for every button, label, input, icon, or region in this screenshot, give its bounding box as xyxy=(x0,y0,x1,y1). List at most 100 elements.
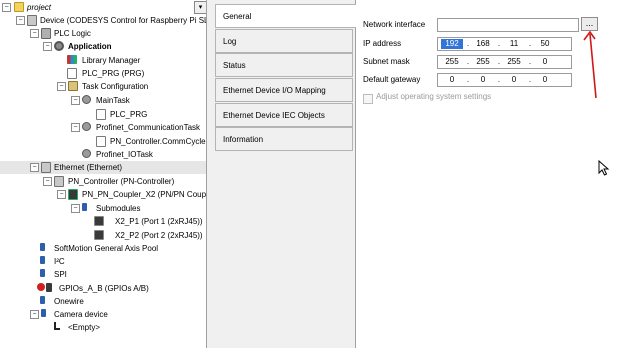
tab-status[interactable]: Status xyxy=(215,53,353,77)
tree-item-submodules[interactable]: − Submodules xyxy=(0,202,206,215)
default-gateway-field[interactable]: 0 . 0 . 0 . 0 xyxy=(437,73,572,87)
collapse-icon[interactable]: − xyxy=(30,163,39,172)
gateway-separator: . xyxy=(466,75,470,84)
tree-item-spi[interactable]: SPI xyxy=(0,268,206,281)
subnet-mask-field[interactable]: 255 . 255 . 255 . 0 xyxy=(437,55,572,69)
tree-item-i2c[interactable]: I²C xyxy=(0,255,206,268)
gpio-error-icon xyxy=(37,283,45,291)
connector-icon xyxy=(40,296,45,304)
gateway-octet-1[interactable]: 0 xyxy=(441,75,463,85)
tree-item-device[interactable]: − Device (CODESYS Control for Raspberry … xyxy=(0,14,207,27)
ip-address-field[interactable]: 192 . 168 . 11 . 50 xyxy=(437,37,572,51)
task-icon xyxy=(82,122,91,131)
tree-item-profinet-iotask[interactable]: Profinet_IOTask xyxy=(0,148,206,161)
tree-item-label: X2_P1 (Port 1 (2xRJ45)) xyxy=(115,217,203,226)
ip-octet-2[interactable]: 168 xyxy=(472,39,494,49)
tree-item-x2-p2[interactable]: X2_P2 (Port 2 (2xRJ45)) xyxy=(0,229,206,242)
mouse-cursor-icon xyxy=(598,160,610,176)
tree-item-label: Submodules xyxy=(96,204,141,213)
collapse-icon[interactable]: − xyxy=(43,42,52,51)
adjust-os-settings-checkbox[interactable] xyxy=(363,94,373,104)
adjust-os-settings-label: Adjust operating system settings xyxy=(376,92,492,101)
collapse-icon[interactable]: − xyxy=(2,3,11,12)
library-icon xyxy=(67,55,77,64)
collapse-icon[interactable]: − xyxy=(71,204,80,213)
tree-item-label: Onewire xyxy=(54,297,84,306)
tree-item-ethernet[interactable]: − Ethernet (Ethernet) xyxy=(0,161,206,174)
device-icon xyxy=(27,15,37,26)
tab-iec-objects[interactable]: Ethernet Device IEC Objects xyxy=(215,103,353,127)
tab-information[interactable]: Information xyxy=(215,127,353,151)
tree-item-onewire[interactable]: Onewire xyxy=(0,295,206,308)
port-icon xyxy=(94,216,104,226)
tree-item-commcycle[interactable]: PN_Controller.CommCycle xyxy=(0,135,206,148)
tree-item-gpios[interactable]: GPIOs_A_B (GPIOs A/B) xyxy=(0,282,206,295)
ip-address-label: IP address xyxy=(363,39,402,48)
tree-item-label: Device (CODESYS Control for Raspberry Pi… xyxy=(40,16,207,25)
ip-octet-3[interactable]: 11 xyxy=(503,39,525,49)
task-icon xyxy=(82,149,91,158)
tree-dropdown-button[interactable]: ▾ xyxy=(194,1,206,14)
collapse-icon[interactable]: − xyxy=(71,123,80,132)
gear-icon xyxy=(54,41,64,51)
empty-slot-icon xyxy=(54,322,60,330)
tree-item-label: Profinet_CommunicationTask xyxy=(96,123,201,132)
subnet-octet-4[interactable]: 0 xyxy=(534,57,556,67)
annotation-arrow-icon xyxy=(583,30,597,99)
gateway-octet-2[interactable]: 0 xyxy=(472,75,494,85)
subnet-separator: . xyxy=(528,57,532,66)
collapse-icon[interactable]: − xyxy=(43,177,52,186)
connector-icon xyxy=(40,269,45,277)
task-icon xyxy=(82,95,91,104)
gateway-octet-3[interactable]: 0 xyxy=(503,75,525,85)
subnet-octet-3[interactable]: 255 xyxy=(503,57,525,67)
tree-item-application[interactable]: − Application xyxy=(0,40,206,53)
tree-item-maintask[interactable]: − MainTask xyxy=(0,94,206,107)
tree-item-pn-coupler[interactable]: − PN_PN_Coupler_X2 (PN/PN Coupler X xyxy=(0,188,206,201)
tree-item-label: Application xyxy=(68,42,112,51)
connector-icon xyxy=(41,309,46,317)
tree-item-x2-p1[interactable]: X2_P1 (Port 1 (2xRJ45)) xyxy=(0,215,206,228)
tree-item-project[interactable]: − project xyxy=(0,1,206,14)
plc-logic-icon xyxy=(41,28,51,39)
collapse-icon[interactable]: − xyxy=(16,16,25,25)
tree-item-profinet-communicationtask[interactable]: − Profinet_CommunicationTask xyxy=(0,121,206,134)
tree-item-label: MainTask xyxy=(96,96,130,105)
collapse-icon[interactable]: − xyxy=(57,190,66,199)
collapse-icon[interactable]: − xyxy=(57,82,66,91)
tab-io-mapping[interactable]: Ethernet Device I/O Mapping xyxy=(215,78,353,102)
tree-item-label: SoftMotion General Axis Pool xyxy=(54,244,159,253)
project-icon xyxy=(14,2,24,12)
connector-icon xyxy=(82,203,87,211)
connector-icon xyxy=(40,243,45,251)
ip-octet-1[interactable]: 192 xyxy=(441,39,463,49)
program-icon xyxy=(67,68,77,79)
collapse-icon[interactable]: − xyxy=(71,96,80,105)
tree-item-label: X2_P2 (Port 2 (2xRJ45)) xyxy=(115,231,203,240)
tree-item-task-configuration[interactable]: − Task Configuration xyxy=(0,80,206,93)
tree-item-label: GPIOs_A_B (GPIOs A/B) xyxy=(59,284,149,293)
tree-item-pn-controller[interactable]: − PN_Controller (PN-Controller) xyxy=(0,175,206,188)
tree-item-label: PN_Controller.CommCycle xyxy=(110,137,206,146)
subnet-separator: . xyxy=(466,57,470,66)
subnet-octet-1[interactable]: 255 xyxy=(441,57,463,67)
gateway-octet-4[interactable]: 0 xyxy=(534,75,556,85)
subnet-mask-label: Subnet mask xyxy=(363,57,410,66)
tab-log[interactable]: Log xyxy=(215,29,353,53)
tab-general[interactable]: General xyxy=(215,4,356,28)
tree-item-task-plc-prg[interactable]: PLC_PRG xyxy=(0,108,206,121)
network-interface-field[interactable] xyxy=(437,18,579,32)
subnet-octet-2[interactable]: 255 xyxy=(472,57,494,67)
tree-item-library-manager[interactable]: Library Manager xyxy=(0,54,206,67)
gpio-icon xyxy=(46,283,52,292)
ip-separator: . xyxy=(466,39,470,48)
tree-item-plc-logic[interactable]: − PLC Logic xyxy=(0,27,206,40)
tree-item-camera-device[interactable]: − Camera device xyxy=(0,308,206,321)
tree-item-softmotion[interactable]: SoftMotion General Axis Pool xyxy=(0,242,206,255)
ip-octet-4[interactable]: 50 xyxy=(534,39,556,49)
collapse-icon[interactable]: − xyxy=(30,310,39,319)
tree-item-plc-prg[interactable]: PLC_PRG (PRG) xyxy=(0,67,206,80)
tree-item-empty[interactable]: <Empty> xyxy=(0,321,206,334)
device-tree: − project ▾ − Device (CODESYS Control fo… xyxy=(0,0,207,348)
collapse-icon[interactable]: − xyxy=(30,29,39,38)
